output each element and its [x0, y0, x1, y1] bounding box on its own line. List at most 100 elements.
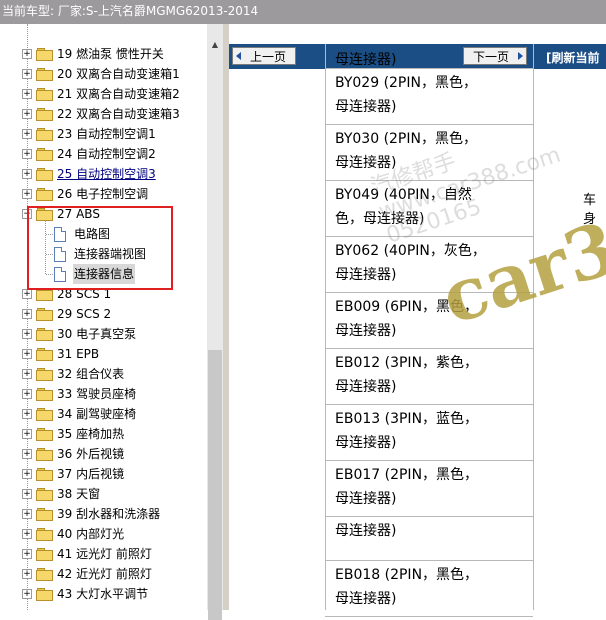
scroll-up-icon[interactable]: ▲	[208, 38, 222, 52]
tree-item-label: 29 SCS 2	[57, 307, 112, 321]
connector-type: 母连接器)	[335, 591, 397, 607]
expand-icon[interactable]: +	[22, 509, 32, 519]
tree-panel: +19 燃油泵 惯性开关 +20 双离合自动变速箱1 +21 双离合自动变速箱2 +2…	[0, 24, 207, 610]
expand-icon[interactable]: +	[22, 389, 32, 399]
tree-item[interactable]: +32 组合仪表	[0, 364, 207, 384]
folder-icon	[36, 188, 53, 201]
expand-icon[interactable]: +	[22, 489, 32, 499]
connector-name: EB012 (3PIN，紫色，	[335, 355, 479, 371]
tree-item-label: 36 外后视镜	[57, 447, 125, 461]
tree-item[interactable]: +38 天窗	[0, 484, 207, 504]
connector-type: 母连接器)	[335, 99, 397, 115]
expand-icon[interactable]: +	[22, 469, 32, 479]
connector-name: EB017 (2PIN，黑色，	[335, 467, 479, 483]
expand-icon[interactable]: +	[22, 429, 32, 439]
tree-item-label: 33 驾驶员座椅	[57, 387, 137, 401]
table-cell: 母连接器)	[325, 51, 533, 69]
tree-item[interactable]: +19 燃油泵 惯性开关	[0, 44, 207, 64]
folder-icon	[36, 428, 53, 441]
tree-item-label: 21 双离合自动变速箱2	[57, 87, 180, 101]
tree-item[interactable]: +43 大灯水平调节	[0, 584, 207, 604]
expand-icon[interactable]: +	[22, 309, 32, 319]
expand-icon[interactable]: +	[22, 589, 32, 599]
expand-icon[interactable]: +	[22, 49, 32, 59]
folder-icon	[36, 128, 53, 141]
folder-icon	[36, 68, 53, 81]
expand-icon[interactable]: +	[22, 89, 32, 99]
table-row: EB017 (2PIN，黑色， 母连接器)	[325, 461, 533, 517]
tree-item[interactable]: +39 刮水器和洗涤器	[0, 504, 207, 524]
expand-icon[interactable]: +	[22, 169, 32, 179]
expand-icon[interactable]: +	[22, 349, 32, 359]
tree-item-label: 24 自动控制空调2	[57, 147, 156, 161]
expand-icon[interactable]: +	[22, 369, 32, 379]
expand-icon[interactable]: +	[22, 449, 32, 459]
connector-name: 母连接器)	[335, 523, 397, 539]
expand-icon[interactable]: +	[22, 189, 32, 199]
tree-item[interactable]: +20 双离合自动变速箱1	[0, 64, 207, 84]
tree-item-label: 39 刮水器和洗涤器	[57, 507, 161, 521]
tree-item[interactable]: +40 内部灯光	[0, 524, 207, 544]
table-column-line	[325, 44, 326, 610]
expand-icon[interactable]: +	[22, 109, 32, 119]
table-row: BY029 (2PIN，黑色， 母连接器)	[325, 69, 533, 125]
tree-item[interactable]: +33 驾驶员座椅	[0, 384, 207, 404]
expand-icon[interactable]: +	[22, 289, 32, 299]
tree-item[interactable]: +26 电子控制空调	[0, 184, 207, 204]
tree-item-label: 19 燃油泵 惯性开关	[57, 47, 164, 61]
tree-item[interactable]: +34 副驾驶座椅	[0, 404, 207, 424]
expand-icon[interactable]: +	[22, 329, 32, 339]
tree-scrollbar[interactable]: ▲	[207, 24, 223, 620]
tree-item-label: 31 EPB	[57, 347, 100, 361]
folder-icon	[36, 488, 53, 501]
tree-item-label: 23 自动控制空调1	[57, 127, 156, 141]
tree-item-label: 41 远光灯 前照灯	[57, 547, 152, 561]
scrollbar-thumb[interactable]	[208, 350, 222, 620]
folder-icon	[36, 588, 53, 601]
tree-item[interactable]: +21 双离合自动变速箱2	[0, 84, 207, 104]
expand-icon[interactable]: +	[22, 529, 32, 539]
tree-item-label: 30 电子真空泵	[57, 327, 137, 341]
folder-icon	[36, 88, 53, 101]
folder-icon	[36, 348, 53, 361]
tree-item-label: 42 近光灯 前照灯	[57, 567, 152, 581]
folder-icon	[36, 568, 53, 581]
tree-item[interactable]: +42 近光灯 前照灯	[0, 564, 207, 584]
tree-item[interactable]: +37 内后视镜	[0, 464, 207, 484]
tree-item[interactable]: +25 自动控制空调3	[0, 164, 207, 184]
tree-item[interactable]: +41 远光灯 前照灯	[0, 544, 207, 564]
tree-item-label: 25 自动控制空调3	[57, 167, 156, 181]
table-row: 母连接器)	[325, 517, 533, 561]
connector-type: 母连接器)	[335, 379, 397, 395]
tree-item[interactable]: +23 自动控制空调1	[0, 124, 207, 144]
tree-item-label: 35 座椅加热	[57, 427, 125, 441]
tree-item-label: 37 内后视镜	[57, 467, 125, 481]
prev-page-button[interactable]: 上一页	[232, 47, 296, 65]
refresh-link[interactable]: [刷新当前	[546, 49, 600, 66]
folder-icon	[36, 108, 53, 121]
folder-icon	[36, 468, 53, 481]
cell-text: 母连接器)	[335, 52, 397, 68]
expand-icon[interactable]: +	[22, 129, 32, 139]
tree-item[interactable]: +31 EPB	[0, 344, 207, 364]
tree-item[interactable]: +36 外后视镜	[0, 444, 207, 464]
folder-icon	[36, 508, 53, 521]
expand-icon[interactable]: +	[22, 409, 32, 419]
connector-type: 母连接器)	[335, 491, 397, 507]
table-row: EB012 (3PIN，紫色， 母连接器)	[325, 349, 533, 405]
table-row: EB018 (2PIN，黑色， 母连接器)	[325, 561, 533, 617]
tree-item[interactable]: +30 电子真空泵	[0, 324, 207, 344]
expand-icon[interactable]: +	[22, 569, 32, 579]
tree-item-label: 34 副驾驶座椅	[57, 407, 137, 421]
expand-icon[interactable]: +	[22, 149, 32, 159]
folder-icon	[36, 528, 53, 541]
expand-icon[interactable]: +	[22, 549, 32, 559]
tree-item[interactable]: +35 座椅加热	[0, 424, 207, 444]
tree-item[interactable]: +24 自动控制空调2	[0, 144, 207, 164]
folder-icon	[36, 548, 53, 561]
expand-icon[interactable]: +	[22, 69, 32, 79]
connector-name: EB018 (2PIN，黑色，	[335, 567, 479, 583]
tree-item[interactable]: +22 双离合自动变速箱3	[0, 104, 207, 124]
tree-item-label: 43 大灯水平调节	[57, 587, 149, 601]
tree-item[interactable]: +29 SCS 2	[0, 304, 207, 324]
